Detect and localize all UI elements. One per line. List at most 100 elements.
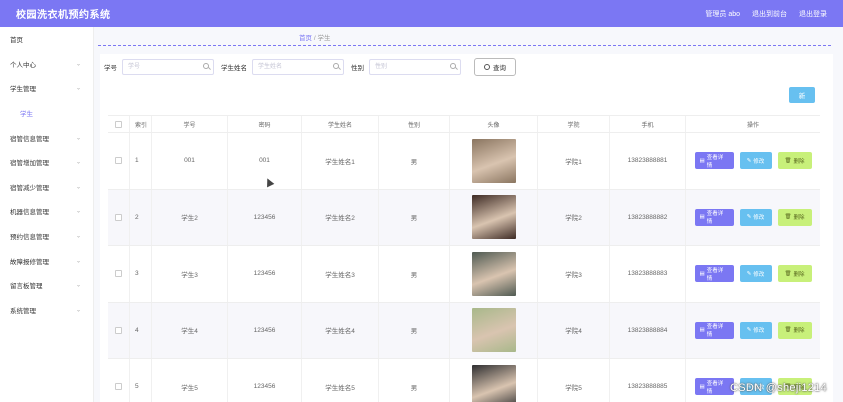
sidebar-item[interactable]: 预约信息管理 ⌄ — [0, 224, 93, 249]
search-bar: 学号 学生姓名 性别 查询 — [104, 57, 516, 77]
actions-cell: ▤ 查看详情 ✎ 修改 🗑 删除 — [686, 133, 820, 189]
sidebar-item-label: 首页 — [10, 37, 23, 45]
logout-link[interactable]: 退出登录 — [799, 9, 827, 19]
delete-button[interactable]: 🗑 删除 — [777, 321, 812, 339]
row-checkbox[interactable] — [115, 213, 122, 221]
delete-button[interactable]: 🗑 删除 — [777, 152, 812, 170]
top-bar: 校园洗衣机预约系统 管理员 abo 退出到前台 退出登录 — [0, 0, 843, 27]
sidebar-item-label: 留言板管理 — [10, 283, 43, 291]
search-input[interactable] — [123, 60, 213, 74]
row-checkbox[interactable] — [115, 326, 122, 334]
column-header: 学生姓名 — [302, 116, 379, 132]
column-header: 操作 — [746, 122, 759, 129]
delete-button[interactable]: 🗑 删除 — [777, 265, 812, 283]
view-details-button[interactable]: ▤ 查看详情 — [694, 378, 734, 396]
search-icon — [450, 63, 456, 69]
column-header[interactable] — [108, 116, 130, 132]
sex-cell: 男 — [379, 189, 450, 245]
edit-button[interactable]: ✎ 修改 — [739, 265, 772, 283]
sidebar-item[interactable]: 个人中心 ⌄ — [0, 52, 93, 77]
view-details-button[interactable]: ▤ 查看详情 — [694, 321, 734, 339]
avatar-cell — [450, 359, 538, 402]
student-no-cell: 学生5 — [152, 359, 228, 402]
student-table: 索引 学号 密码 学生姓名 性别 头像 学院 手机 操作 1 001 001 学生姓名1 男学院1 1382… — [108, 115, 820, 402]
search-input[interactable] — [253, 60, 343, 74]
sidebar: 首页 个人中心 ⌄ 学生管理 ⌄ 学生 宿管信息管理 ⌄ 宿管增加管理 ⌄ 宿管减少管理 ⌄ 机器信息管… — [0, 27, 94, 402]
index-cell: 1 — [130, 133, 152, 189]
row-checkbox[interactable] — [115, 270, 122, 278]
edit-button[interactable]: ✎ 修改 — [739, 208, 772, 226]
document-icon: ▤ — [699, 383, 705, 390]
table-row: 2 学生2 123456 学生姓名2 男 学院2 13823888882 ▤ 查看详情 ✎ 修改 🗑 删… — [108, 189, 820, 246]
sidebar-item[interactable]: 机器信息管理 ⌄ — [0, 199, 93, 224]
button-label: 删除 — [793, 158, 805, 165]
sidebar-item[interactable]: 故障报修管理 ⌄ — [0, 248, 93, 273]
student-no-cell: 学生3 — [152, 246, 228, 302]
index-cell: 2 — [130, 189, 152, 245]
go-frontend-link[interactable]: 退出到前台 — [752, 9, 787, 19]
button-label: 查看详情 — [706, 154, 724, 169]
row-checkbox-cell — [108, 302, 130, 358]
query-label: 查询 — [493, 65, 506, 72]
sidebar-item[interactable]: 宿管减少管理 ⌄ — [0, 175, 93, 200]
student-name-cell: 学生姓名3 — [302, 246, 379, 302]
trash-icon: 🗑 — [784, 214, 792, 221]
sidebar-item[interactable]: 宿管信息管理 ⌄ — [0, 125, 93, 150]
document-icon: ▤ — [699, 157, 705, 164]
sex-cell: 男 — [379, 133, 450, 189]
select-all-checkbox[interactable] — [115, 120, 122, 128]
actions-cell: ▤ 查看详情 ✎ 修改 🗑 删除 — [686, 303, 820, 359]
query-button[interactable]: 查询 — [474, 58, 516, 76]
view-details-button[interactable]: ▤ 查看详情 — [694, 152, 734, 170]
sidebar-item-label: 宿管增加管理 — [10, 160, 49, 168]
row-checkbox-cell — [108, 189, 130, 245]
delete-button[interactable]: 🗑 删除 — [777, 208, 812, 226]
table-row: 5 学生5 123456 学生姓名5 男 学院5 13823888885 ▤ 查看详情 ✎ 修改 🗑 删… — [108, 359, 820, 402]
phone-cell: 13823888885 — [610, 359, 686, 402]
trash-icon: 🗑 — [784, 270, 792, 277]
sidebar-item-label: 个人中心 — [10, 61, 36, 69]
view-details-button[interactable]: ▤ 查看详情 — [694, 265, 734, 283]
avatar — [471, 195, 516, 240]
college-cell: 学院1 — [538, 133, 610, 189]
index-cell: 3 — [130, 246, 152, 302]
phone-cell: 13823888881 — [610, 133, 686, 189]
search-field — [252, 59, 344, 75]
sidebar-item[interactable]: 留言板管理 ⌄ — [0, 273, 93, 298]
index-cell: 5 — [130, 359, 152, 402]
student-no-cell: 学生4 — [152, 302, 228, 358]
breadcrumb-separator: / — [313, 35, 316, 42]
index-cell: 4 — [130, 302, 152, 358]
sidebar-item[interactable]: 首页 — [0, 27, 93, 52]
view-details-button[interactable]: ▤ 查看详情 — [694, 208, 734, 226]
search-icon — [484, 64, 490, 70]
chevron-down-icon: ⌄ — [75, 208, 81, 215]
search-label: 性别 — [351, 65, 364, 72]
sidebar-item[interactable]: 学生 — [0, 101, 93, 126]
column-header: 头像 — [450, 116, 538, 132]
row-checkbox[interactable] — [115, 383, 122, 391]
chevron-down-icon: ⌄ — [75, 307, 81, 314]
breadcrumb-home[interactable]: 首页 — [299, 35, 312, 42]
edit-button[interactable]: ✎ 修改 — [739, 321, 772, 339]
admin-user-label[interactable]: 管理员 abo — [705, 9, 740, 19]
column-header: 手机 — [610, 116, 686, 132]
app-title: 校园洗衣机预约系统 — [16, 10, 111, 21]
pencil-icon: ✎ — [746, 214, 752, 221]
row-checkbox-cell — [108, 359, 130, 402]
edit-button[interactable]: ✎ 修改 — [739, 152, 772, 170]
sidebar-item[interactable]: 系统管理 ⌄ — [0, 298, 93, 323]
phone-cell: 13823888883 — [610, 246, 686, 302]
table-row: 4 学生4 123456 学生姓名4 男 学院4 13823888884 ▤ 查看详情 ✎ 修改 🗑 删… — [108, 302, 820, 359]
document-icon: ▤ — [699, 214, 705, 221]
add-button[interactable]: 新 — [789, 87, 815, 103]
pencil-icon: ✎ — [746, 157, 752, 164]
avatar — [471, 308, 516, 353]
sidebar-item[interactable]: 宿管增加管理 ⌄ — [0, 150, 93, 175]
sidebar-item[interactable]: 学生管理 ⌄ — [0, 76, 93, 101]
search-input[interactable] — [370, 60, 460, 74]
avatar — [471, 138, 516, 183]
row-checkbox[interactable] — [115, 157, 122, 165]
search-label: 学号 — [104, 65, 117, 72]
button-label: 删除 — [793, 215, 805, 222]
